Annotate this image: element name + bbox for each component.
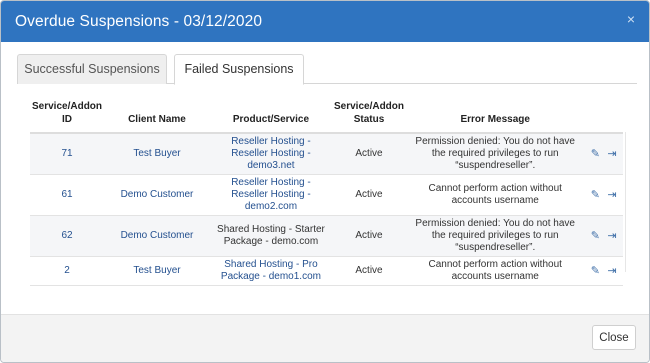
header-service-id-line2: ID [62,114,73,125]
cell-service-id[interactable]: 71 [30,133,105,175]
table-row: 71 Test Buyer Reseller Hosting - Reselle… [30,133,623,175]
close-icon[interactable]: × [627,11,635,27]
modal-title: Overdue Suspensions - 03/12/2020 [15,12,263,30]
modal-header: Overdue Suspensions - 03/12/2020 × [1,1,649,42]
header-status-line2: Status [353,114,385,125]
login-icon[interactable]: ⇥ [605,265,619,277]
login-icon[interactable]: ⇥ [605,148,619,160]
cell-client-name[interactable]: Demo Customer [104,215,210,257]
cell-client-name[interactable]: Test Buyer [104,133,210,175]
cell-actions: ✎ ⇥ [584,133,623,175]
header-status: Service/Addon Status [331,100,407,134]
table-row: 2 Test Buyer Shared Hosting - Pro Packag… [30,256,623,286]
tab-bar: Successful Suspensions Failed Suspension… [17,54,637,85]
tab-failed-suspensions[interactable]: Failed Suspensions [174,54,304,85]
cell-product-service[interactable]: Shared Hosting - Starter Package - demo.… [209,215,332,257]
cell-error-message: Cannot perform action without accounts u… [406,256,585,286]
cell-client-name[interactable]: Test Buyer [104,256,210,286]
cell-product-service[interactable]: Reseller Hosting - Reseller Hosting - de… [209,174,332,216]
table-header-row: Service/Addon ID Client Name Product/Ser… [30,100,623,134]
login-icon[interactable]: ⇥ [605,189,619,201]
cell-error-message: Permission denied: You do not have the r… [406,133,585,175]
cell-error-message: Cannot perform action without accounts u… [406,174,585,216]
login-icon[interactable]: ⇥ [605,230,619,242]
header-service-id: Service/Addon ID [30,100,105,134]
header-error-message: Error Message [406,100,585,134]
cell-actions: ✎ ⇥ [584,215,623,257]
failed-suspensions-table: Service/Addon ID Client Name Product/Ser… [30,100,623,286]
cell-error-message: Permission denied: You do not have the r… [406,215,585,257]
close-button[interactable]: Close [592,325,636,350]
cell-status: Active [331,174,407,216]
cell-actions: ✎ ⇥ [584,256,623,286]
cell-status: Active [331,256,407,286]
edit-icon[interactable]: ✎ [588,230,602,242]
cell-service-id[interactable]: 61 [30,174,105,216]
header-status-line1: Service/Addon [333,101,405,112]
cell-product-service[interactable]: Shared Hosting - Pro Package - demo1.com [209,256,332,286]
modal-footer: Close [1,314,649,362]
header-actions [584,100,623,134]
cell-actions: ✎ ⇥ [584,174,623,216]
edit-icon[interactable]: ✎ [588,148,602,160]
cell-product-service[interactable]: Reseller Hosting - Reseller Hosting - de… [209,133,332,175]
table-scroll-edge [625,132,626,272]
cell-service-id[interactable]: 2 [30,256,105,286]
cell-service-id[interactable]: 62 [30,215,105,257]
overdue-suspensions-modal: Overdue Suspensions - 03/12/2020 × Succe… [0,0,650,363]
edit-icon[interactable]: ✎ [588,189,602,201]
table-row: 61 Demo Customer Reseller Hosting - Rese… [30,174,623,216]
cell-client-name[interactable]: Demo Customer [104,174,210,216]
tab-successful-suspensions[interactable]: Successful Suspensions [17,54,167,84]
table-row: 62 Demo Customer Shared Hosting - Starte… [30,215,623,257]
header-service-id-line1: Service/Addon [32,101,103,112]
edit-icon[interactable]: ✎ [588,265,602,277]
cell-status: Active [331,215,407,257]
header-product-service: Product/Service [209,100,332,134]
header-client-name: Client Name [104,100,210,134]
cell-status: Active [331,133,407,175]
